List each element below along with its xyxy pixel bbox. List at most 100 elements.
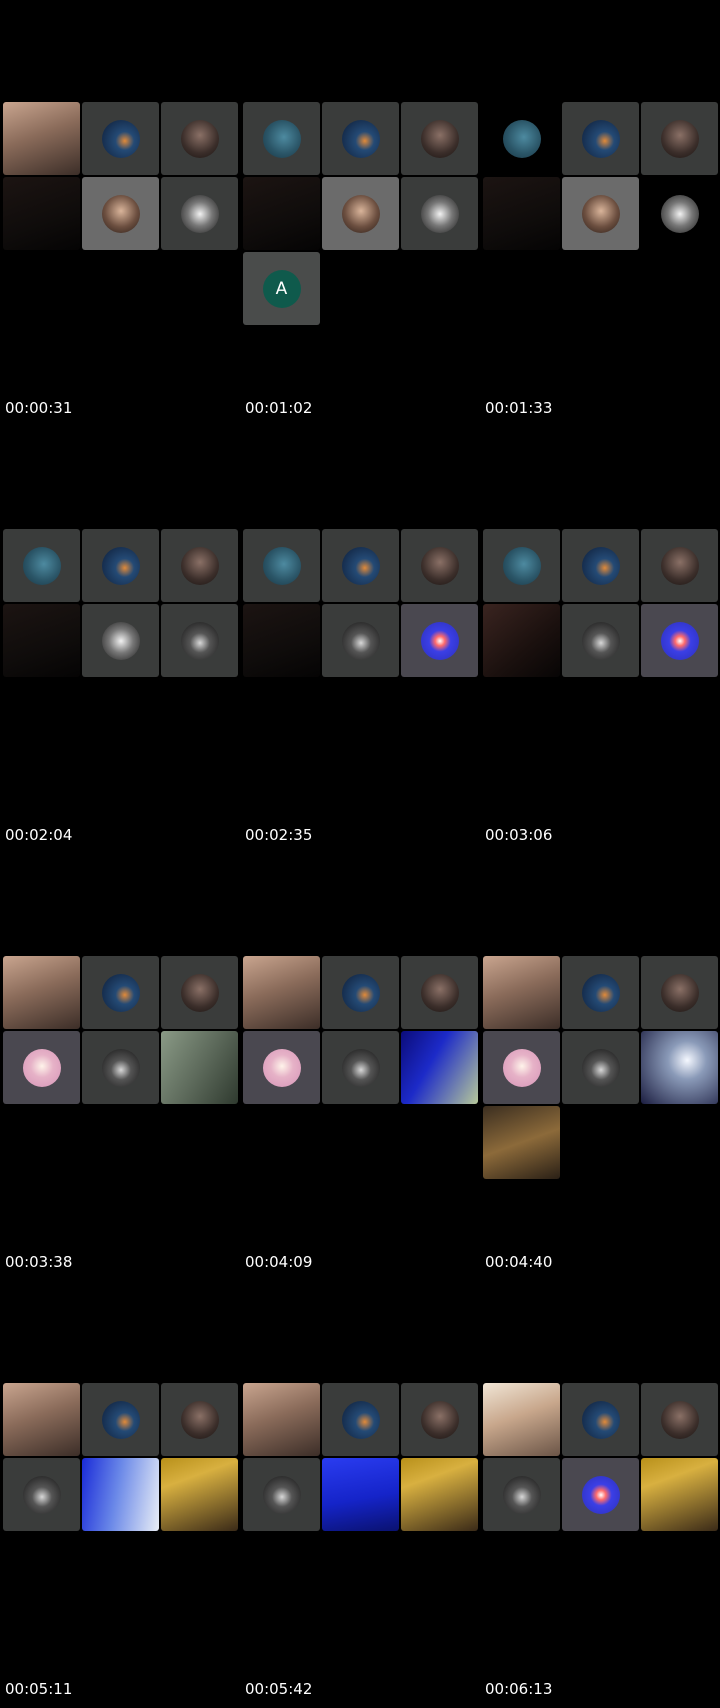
participant-video-tile[interactable] <box>3 604 80 677</box>
letter-avatar: A <box>262 269 301 308</box>
frame-thumbnail: 00:03:38 <box>0 854 240 1281</box>
participant-tile[interactable] <box>82 102 159 175</box>
participant-tile[interactable] <box>322 604 399 677</box>
avatar <box>180 973 219 1012</box>
participant-video-tile[interactable] <box>401 1031 478 1104</box>
participant-tile[interactable] <box>562 529 639 602</box>
participant-tile[interactable] <box>161 1383 238 1456</box>
participant-tile[interactable] <box>3 529 80 602</box>
participant-tile[interactable] <box>161 529 238 602</box>
timestamp-label: 00:04:40 <box>485 1253 553 1271</box>
participant-tile[interactable] <box>641 604 718 677</box>
participant-tile[interactable] <box>82 956 159 1029</box>
avatar <box>101 546 140 585</box>
avatar <box>660 194 699 233</box>
participant-tile[interactable] <box>562 1458 639 1531</box>
avatar <box>180 1400 219 1439</box>
participant-tile[interactable] <box>641 956 718 1029</box>
avatar <box>420 546 459 585</box>
participant-video-tile[interactable] <box>3 102 80 175</box>
participant-tile[interactable] <box>82 177 159 250</box>
timestamp-label: 00:02:04 <box>5 826 73 844</box>
participant-video-tile[interactable] <box>3 956 80 1029</box>
participant-tile[interactable] <box>243 1031 320 1104</box>
participant-tile[interactable] <box>82 1383 159 1456</box>
participant-video-tile[interactable] <box>483 177 560 250</box>
participant-video-tile[interactable] <box>483 604 560 677</box>
participant-tile[interactable] <box>401 529 478 602</box>
participant-video-tile[interactable] <box>483 1383 560 1456</box>
avatar <box>660 621 699 660</box>
participant-tile[interactable] <box>641 177 718 250</box>
participant-tile[interactable] <box>82 529 159 602</box>
participant-video-tile[interactable] <box>3 1383 80 1456</box>
timestamp-label: 00:03:06 <box>485 826 553 844</box>
participant-tile[interactable] <box>401 1383 478 1456</box>
participant-tile[interactable] <box>562 604 639 677</box>
participant-video-tile[interactable] <box>483 956 560 1029</box>
participant-video-tile[interactable] <box>243 604 320 677</box>
participant-video-tile[interactable] <box>483 1106 560 1179</box>
participant-tile[interactable] <box>161 177 238 250</box>
timestamp-label: 00:04:09 <box>245 1253 313 1271</box>
participant-tile[interactable] <box>161 956 238 1029</box>
participant-tile[interactable] <box>161 102 238 175</box>
avatar <box>660 973 699 1012</box>
participant-tile[interactable] <box>401 177 478 250</box>
frame-thumbnail: A 00:01:02 <box>240 0 480 427</box>
participant-tile[interactable] <box>641 529 718 602</box>
participant-tile[interactable] <box>483 102 560 175</box>
participant-video-tile[interactable] <box>322 1458 399 1531</box>
participant-video-tile[interactable] <box>3 177 80 250</box>
avatar <box>581 119 620 158</box>
participant-tile[interactable] <box>562 1383 639 1456</box>
participant-tile[interactable] <box>641 1383 718 1456</box>
participant-tile[interactable] <box>562 956 639 1029</box>
avatar <box>180 194 219 233</box>
timestamp-label: 00:01:33 <box>485 399 553 417</box>
participant-tile[interactable] <box>483 529 560 602</box>
participant-video-tile[interactable] <box>161 1458 238 1531</box>
participant-tile[interactable] <box>562 102 639 175</box>
participant-tile[interactable] <box>401 102 478 175</box>
avatar <box>262 1475 301 1514</box>
participant-tile[interactable] <box>161 604 238 677</box>
participant-tile[interactable] <box>243 1458 320 1531</box>
participant-video-tile[interactable] <box>641 1458 718 1531</box>
participant-video-tile[interactable] <box>401 1458 478 1531</box>
participant-tile[interactable] <box>401 956 478 1029</box>
participant-tile[interactable] <box>82 1031 159 1104</box>
frame-thumbnail: 00:06:13 <box>480 1281 720 1708</box>
participant-tile[interactable]: A <box>243 252 320 325</box>
avatar <box>581 546 620 585</box>
participant-tile[interactable] <box>3 1458 80 1531</box>
avatar <box>262 119 301 158</box>
participant-video-tile[interactable] <box>641 1031 718 1104</box>
participant-tile[interactable] <box>322 102 399 175</box>
participant-video-tile[interactable] <box>243 1383 320 1456</box>
frame-thumbnail: 00:00:31 <box>0 0 240 427</box>
timestamp-label: 00:06:13 <box>485 1680 553 1698</box>
participant-tile[interactable] <box>562 1031 639 1104</box>
participant-tile[interactable] <box>243 529 320 602</box>
participant-video-tile[interactable] <box>82 1458 159 1531</box>
participant-tile[interactable] <box>82 604 159 677</box>
participant-video-tile[interactable] <box>243 177 320 250</box>
participant-tile[interactable] <box>401 604 478 677</box>
participant-tile[interactable] <box>3 1031 80 1104</box>
participant-tile[interactable] <box>243 102 320 175</box>
participant-tile[interactable] <box>322 1383 399 1456</box>
participant-video-tile[interactable] <box>243 956 320 1029</box>
participant-tile[interactable] <box>322 529 399 602</box>
participant-tile[interactable] <box>322 177 399 250</box>
timestamp-label: 00:05:11 <box>5 1680 73 1698</box>
participant-tile[interactable] <box>322 1031 399 1104</box>
avatar <box>581 194 620 233</box>
participant-tile[interactable] <box>483 1458 560 1531</box>
participant-tile[interactable] <box>562 177 639 250</box>
participant-tile[interactable] <box>322 956 399 1029</box>
participant-tile[interactable] <box>641 102 718 175</box>
participant-video-tile[interactable] <box>161 1031 238 1104</box>
participant-tile[interactable] <box>483 1031 560 1104</box>
frame-thumbnail: 00:05:42 <box>240 1281 480 1708</box>
